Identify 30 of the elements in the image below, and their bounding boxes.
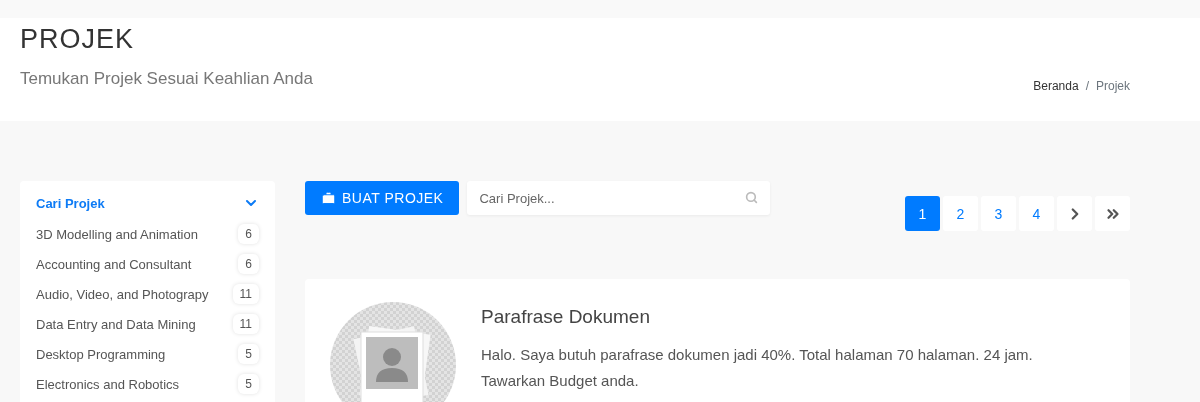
create-project-button[interactable]: BUAT PROJEK (305, 181, 460, 215)
category-link[interactable]: Data Entry and Data Mining (36, 316, 196, 332)
project-title[interactable]: Parafrase Dokumen (481, 306, 1041, 328)
category-count: 5 (238, 344, 259, 364)
category-link[interactable]: Audio, Video, and Photograpy (36, 286, 209, 302)
category-toggle[interactable]: Cari Projek (36, 195, 259, 211)
project-description: Halo. Saya butuh parafrase dokumen jadi 40%. Total halaman 70 halaman. 24 jam. Tawarkan Budget anda. (481, 345, 1034, 391)
category-link[interactable]: Electronics and Robotics (36, 376, 180, 392)
page-button[interactable]: 4 (1019, 196, 1054, 231)
category-link[interactable]: Accounting and Consultant (36, 256, 192, 272)
breadcrumb-link[interactable]: Projek (1096, 79, 1130, 93)
page-subtitle: Temukan Projek Sesuai Keahlian Anda (20, 69, 313, 89)
page-title: PROJEK (20, 24, 136, 55)
category-count: 11 (232, 284, 259, 304)
category-count: 11 (232, 314, 259, 334)
breadcrumb-link[interactable]: Beranda (1033, 79, 1079, 93)
category-count: 6 (238, 254, 259, 274)
next-page-button[interactable] (1057, 196, 1092, 231)
page-button[interactable]: 2 (943, 196, 978, 231)
page-button[interactable]: 3 (981, 196, 1016, 231)
search-field[interactable]: Cari Projek... (467, 181, 771, 215)
breadcrumb-separator: / (1085, 79, 1089, 93)
search-icon (745, 191, 759, 204)
category-count: 5 (238, 374, 259, 394)
category-link[interactable]: Desktop Programming (36, 346, 166, 362)
category-link[interactable]: 3D Modelling and Animation (36, 226, 198, 242)
category-count: 6 (238, 224, 259, 244)
page-button[interactable]: 1 (905, 196, 940, 231)
briefcase-icon (321, 190, 336, 206)
last-page-button[interactable] (1095, 196, 1130, 231)
